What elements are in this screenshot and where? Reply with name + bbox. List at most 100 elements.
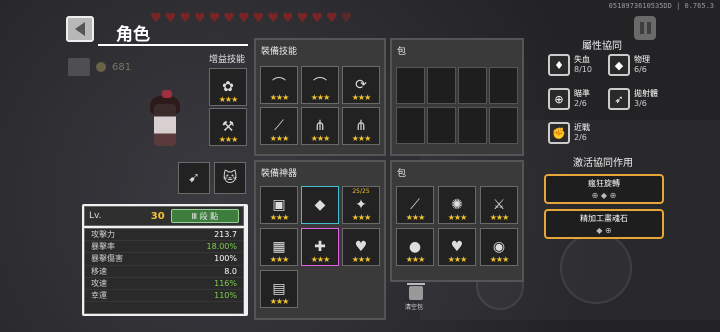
synergy-text: 瞄準 2/6 <box>574 89 590 109</box>
back-arrow-icon <box>75 22 85 36</box>
bag-item-slot-1[interactable]: ⟋ ★★★ <box>396 186 434 224</box>
star-rating: ★★★ <box>351 93 372 102</box>
skill-slot-4[interactable]: ⟋ ★★★ <box>260 107 298 145</box>
bag-top-slot-5[interactable] <box>396 107 425 144</box>
skill-slot-5[interactable]: ⋔ ★★★ <box>301 107 339 145</box>
star-rating: ★★★ <box>218 95 239 104</box>
bag-top-slot-6[interactable] <box>427 107 456 144</box>
skill-slot-1[interactable]: ⌒ ★★★ <box>260 66 298 104</box>
bag-top-slot-4[interactable] <box>489 67 518 104</box>
rifle-icon: ➹ <box>188 170 200 186</box>
pet-slot[interactable]: 🐱 <box>214 162 246 194</box>
bag-top-label: 包 <box>397 47 407 57</box>
star-rating: ★★★ <box>351 134 372 143</box>
trash-icon <box>407 283 425 300</box>
back-button[interactable] <box>66 16 94 42</box>
star-rating: ★★★ <box>310 255 331 264</box>
attack-joystick[interactable] <box>560 232 632 304</box>
item-icon: ⟋ <box>274 118 284 134</box>
stat-value: 8.0 <box>224 266 237 276</box>
bag-item-slot-6[interactable]: ◉ ★★★ <box>480 228 518 266</box>
skill-slot-6[interactable]: ⋔ ★★★ <box>342 107 380 145</box>
skill-slot-3[interactable]: ⟳ ★★★ <box>342 66 380 104</box>
synergy-item[interactable]: ◆ 物理 6/6 <box>608 54 650 76</box>
stat-row: 移速 8.0 <box>85 266 243 278</box>
artifact-slot-3[interactable]: ✦ ★★★ 25/25 <box>342 186 380 224</box>
buff-slot-1[interactable]: ✿ ★★★ <box>209 68 247 106</box>
item-icon: ▤ <box>272 281 286 297</box>
bag-top-slot-1[interactable] <box>396 67 425 104</box>
bag-item-slot-5[interactable]: ♥ ★★★ <box>438 228 476 266</box>
pause-icon <box>639 22 644 34</box>
heart-icon: ♥ <box>267 11 279 26</box>
star-rating: ★★★ <box>269 93 290 102</box>
artifact-slot-6[interactable]: ♥ ★★★ <box>342 228 380 266</box>
clear-bag-button[interactable]: 清空包 <box>404 283 428 311</box>
active-synergy-title: 激活協同作用 <box>573 158 633 169</box>
star-rating: ★★★ <box>310 134 331 143</box>
stat-label: 攻擊力 <box>91 230 115 240</box>
bag-top-slot-8[interactable] <box>489 107 518 144</box>
pause-button[interactable] <box>634 16 656 40</box>
heart-icon: ♥ <box>223 11 235 26</box>
bag-bottom-label: 包 <box>397 169 407 179</box>
synergy-item[interactable]: ➶ 拋射體 3/6 <box>608 88 658 110</box>
item-icon: ✺ <box>451 197 463 213</box>
item-icon: ⟳ <box>355 77 367 93</box>
bag-item-slot-4[interactable]: ● ★★★ <box>396 228 434 266</box>
bag-top-slot-3[interactable] <box>458 67 487 104</box>
stat-label: 幸運 <box>91 291 107 301</box>
star-rating: ★★★ <box>269 255 290 264</box>
fist-icon: ✊ <box>548 122 570 144</box>
item-icon: ◆ <box>314 197 326 213</box>
stat-row: 攻速 116% <box>85 278 243 290</box>
level-points-button[interactable]: Ⅲ 段 點 <box>170 209 239 223</box>
stat-value: 116% <box>214 278 237 288</box>
pet-icon: 🐱 <box>222 170 238 186</box>
synergy-text: 物理 6/6 <box>634 55 650 75</box>
stat-row: 暴擊率 18.00% <box>85 241 243 254</box>
artifact-slot-7[interactable]: ▤ ★★★ <box>260 270 298 308</box>
artifact-slot-4[interactable]: ▦ ★★★ <box>260 228 298 266</box>
stat-label: 暴擊率 <box>91 242 115 252</box>
bag-item-slot-2[interactable]: ✺ ★★★ <box>438 186 476 224</box>
buffs-label: 增益技能 <box>209 55 246 65</box>
artifact-slot-2[interactable]: ◆ <box>301 186 339 224</box>
heart-icon: ♥ <box>150 11 162 26</box>
bag-top-slot-2[interactable] <box>427 67 456 104</box>
character-bow <box>162 90 172 98</box>
projectile-icon: ➶ <box>608 88 630 110</box>
synergy-item[interactable]: ⊕ 瞄準 2/6 <box>548 88 590 110</box>
synergy-name: 失血 <box>574 55 590 64</box>
active-synergy-name: 精加工畫魂石 <box>580 214 628 223</box>
buff-slot-2[interactable]: ⚒ ★★★ <box>209 108 247 146</box>
star-rating: ★★★ <box>447 213 468 222</box>
synergy-text: 失血 8/10 <box>574 55 592 75</box>
star-rating: ★★★ <box>447 255 468 264</box>
level-value: 30 <box>150 210 165 222</box>
synergy-item[interactable]: ♦ 失血 8/10 <box>548 54 592 76</box>
stat-label: 移速 <box>91 266 107 276</box>
bag-top-slot-7[interactable] <box>458 107 487 144</box>
star-rating: ★★★ <box>405 255 426 264</box>
flower-badge-icon: ✿ <box>222 79 234 95</box>
active-synergy-1[interactable]: 瘋狂旋轉 ⊕ ◆ ⊕ <box>544 174 664 204</box>
weapon-slot[interactable]: ➹ <box>178 162 210 194</box>
skill-slot-2[interactable]: ⌒ ★★★ <box>301 66 339 104</box>
item-icon: ✚ <box>314 239 326 255</box>
item-icon: ⚔ <box>492 197 506 213</box>
star-rating: ★★★ <box>351 255 372 264</box>
heart-icon: ♥ <box>164 11 177 26</box>
star-rating: ★★★ <box>269 297 290 306</box>
bag-item-slot-3[interactable]: ⚔ ★★★ <box>480 186 518 224</box>
item-icon: ▦ <box>272 239 286 255</box>
active-synergy-2[interactable]: 精加工畫魂石 ◆ ⊕ <box>544 209 664 239</box>
synergy-item[interactable]: ✊ 近戰 2/6 <box>548 122 590 144</box>
coin-count: 681 <box>112 61 132 73</box>
artifact-slot-5[interactable]: ✚ ★★★ <box>301 228 339 266</box>
stat-label: 暴擊傷害 <box>91 254 123 264</box>
artifact-slot-1[interactable]: ▣ ★★★ <box>260 186 298 224</box>
synergy-text: 近戰 2/6 <box>574 123 590 143</box>
heart-icon: ♥ <box>340 11 353 26</box>
cannon-icon: ⚒ <box>221 119 235 135</box>
